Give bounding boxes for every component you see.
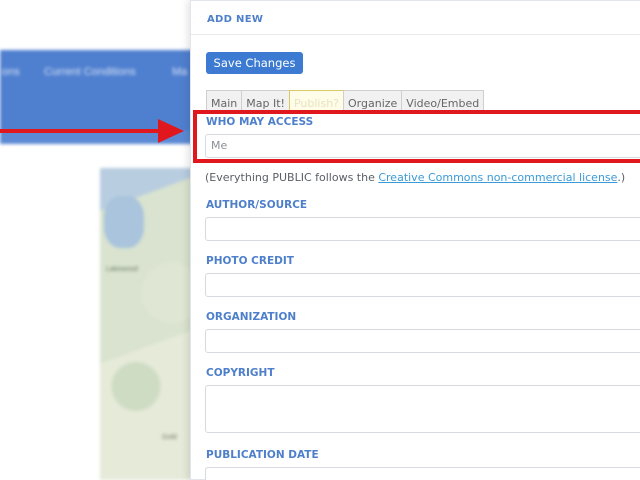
organization-input[interactable] [205, 329, 640, 353]
panel-header: ADD NEW [191, 1, 640, 35]
photo-credit-label: PHOTO CREDIT [206, 255, 294, 267]
annotation-highlight-box [193, 110, 640, 163]
save-changes-button[interactable]: Save Changes [206, 52, 303, 74]
background-nav-item: Current Conditions [44, 66, 136, 78]
background-nav-item: Ma [172, 66, 188, 78]
license-note-prefix: (Everything PUBLIC follows the [205, 171, 379, 184]
author-source-input[interactable] [205, 217, 640, 241]
publication-date-label: PUBLICATION DATE [206, 449, 319, 461]
photo-credit-input[interactable] [205, 273, 640, 297]
license-note: (Everything PUBLIC follows the Creative … [205, 171, 625, 184]
background-nav-item: ons [2, 66, 20, 78]
background-map-label: Gold [162, 434, 177, 441]
background-map-label: Lakewood [106, 266, 138, 273]
copyright-textarea[interactable] [205, 385, 640, 433]
tab-bar: Main Map It! Publish? Organize Video/Emb… [206, 90, 485, 112]
annotation-arrow-shaft [0, 129, 160, 133]
license-note-suffix: .) [617, 171, 626, 184]
annotation-arrow-head [158, 119, 184, 143]
panel-title: ADD NEW [207, 14, 264, 25]
tab-main[interactable]: Main [206, 90, 243, 112]
organization-label: ORGANIZATION [206, 311, 297, 323]
publication-date-input[interactable] [205, 467, 640, 480]
tab-video-embed[interactable]: Video/Embed [401, 90, 485, 112]
tab-organize[interactable]: Organize [343, 90, 403, 112]
author-source-label: AUTHOR/SOURCE [206, 199, 308, 211]
add-new-panel: ADD NEW Save Changes Main Map It! Publis… [190, 0, 640, 480]
tab-map-it[interactable]: Map It! [241, 90, 290, 112]
background-map-water [104, 196, 144, 248]
tab-publish[interactable]: Publish? [288, 90, 345, 112]
copyright-label: COPYRIGHT [206, 367, 275, 379]
creative-commons-link[interactable]: Creative Commons non-commercial license [378, 171, 617, 184]
